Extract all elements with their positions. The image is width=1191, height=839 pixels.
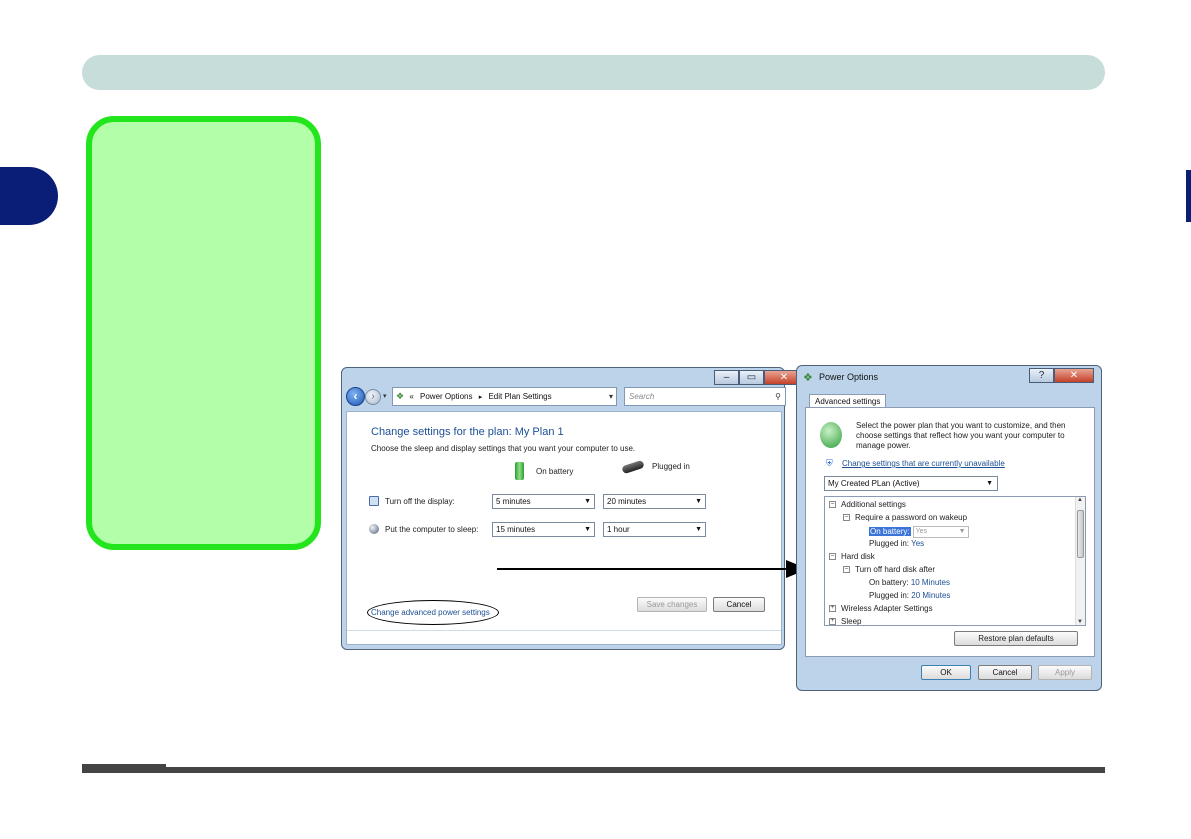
back-arrow-icon[interactable]: ‹ — [346, 387, 365, 406]
chevron-down-icon: ▼ — [584, 526, 591, 533]
forward-arrow-icon[interactable]: › — [365, 389, 381, 405]
scroll-down-icon[interactable]: ▼ — [1077, 619, 1083, 625]
plug-icon — [621, 459, 645, 474]
settings-tree[interactable]: – Additional settings – Require a password… — [824, 496, 1086, 626]
password-battery-select[interactable]: Yes ▼ — [912, 526, 969, 538]
sleep-plugged-select[interactable]: 1 hour ▼ — [603, 522, 706, 537]
scroll-up-icon[interactable]: ▲ — [1077, 497, 1083, 503]
breadcrumb-edit-plan-settings[interactable]: Edit Plan Settings — [488, 392, 551, 401]
tree-item-hard-disk[interactable]: – Hard disk — [829, 552, 875, 561]
collapse-icon[interactable]: – — [843, 566, 850, 574]
page-description: Choose the sleep and display settings th… — [371, 444, 636, 453]
advanced-description: Select the power plan that you want to c… — [856, 421, 1066, 450]
battery-icon — [515, 462, 524, 480]
tree-item-wireless-adapter[interactable]: + Wireless Adapter Settings — [829, 604, 933, 613]
recent-pages-dropdown[interactable]: ▾ — [383, 392, 387, 400]
chevron-down-icon: ▼ — [958, 528, 966, 535]
tree-scrollbar[interactable]: ▲ ▼ — [1075, 497, 1085, 625]
tree-item-hd-plugged-in[interactable]: Plugged in: 20 Minutes — [869, 591, 950, 600]
monitor-icon — [369, 496, 379, 506]
edit-plan-settings-window: – ▭ ✕ ‹ › ▾ ❖ « Power Options ▸ Edit Pla… — [341, 367, 804, 650]
expand-icon[interactable]: + — [829, 605, 836, 613]
search-input[interactable]: Search ⚲ — [624, 387, 786, 406]
help-button[interactable]: ? — [1029, 368, 1054, 383]
dialog-controls: ? ✕ — [1029, 368, 1094, 383]
callout-arrow-line — [497, 568, 787, 570]
minimize-button[interactable]: – — [714, 370, 739, 385]
chevron-down-icon: ▼ — [986, 480, 993, 487]
save-changes-button[interactable]: Save changes — [637, 597, 707, 612]
tree-item-additional-settings[interactable]: – Additional settings — [829, 500, 906, 509]
ok-button[interactable]: OK — [921, 665, 971, 680]
collapse-icon[interactable]: – — [829, 501, 836, 509]
cancel-button[interactable]: Cancel — [978, 665, 1032, 680]
shield-icon: ⛨ — [826, 458, 833, 468]
footer-rule — [82, 764, 1105, 773]
tree-item-sleep[interactable]: + Sleep — [829, 617, 861, 625]
restore-plan-defaults-button[interactable]: Restore plan defaults — [954, 631, 1078, 646]
sleep-battery-select[interactable]: 15 minutes ▼ — [492, 522, 595, 537]
setting-row-display: Turn off the display: — [369, 496, 455, 506]
change-unavailable-settings-link[interactable]: Change settings that are currently unava… — [842, 459, 1005, 468]
tree-item-turn-off-hard-disk[interactable]: – Turn off hard disk after — [843, 565, 935, 574]
expand-icon[interactable]: + — [829, 618, 836, 625]
power-plan-select[interactable]: My Created PLan (Active) ▼ — [824, 476, 998, 491]
window-controls: – ▭ ✕ — [714, 370, 804, 385]
cancel-button[interactable]: Cancel — [713, 597, 765, 612]
chevron-down-icon: ▼ — [695, 498, 702, 505]
address-bar[interactable]: ❖ « Power Options ▸ Edit Plan Settings ▾ — [392, 387, 617, 406]
scroll-thumb[interactable] — [1077, 510, 1084, 558]
chapter-tab-marker — [0, 167, 58, 225]
collapse-icon[interactable]: – — [843, 514, 850, 522]
tab-advanced-settings[interactable]: Advanced settings — [809, 394, 887, 408]
footer-divider — [347, 630, 781, 631]
page-header-bar — [82, 55, 1105, 90]
power-options-icon: ❖ — [803, 372, 813, 384]
setting-row-sleep: Put the computer to sleep: — [369, 524, 478, 534]
plugged-in-header: Plugged in — [621, 459, 690, 474]
search-placeholder: Search — [629, 392, 655, 401]
right-edge-marker — [1186, 170, 1191, 222]
display-battery-select[interactable]: 5 minutes ▼ — [492, 494, 595, 509]
address-dropdown-icon[interactable]: ▾ — [609, 388, 613, 405]
chevron-down-icon: ▼ — [584, 498, 591, 505]
control-panel-icon: ❖ — [396, 391, 405, 401]
tree-item-require-password[interactable]: – Require a password on wakeup — [843, 513, 967, 522]
address-prefix: « — [409, 392, 414, 401]
sidebar-note-box — [86, 116, 321, 550]
navigation-bar: ‹ › ▾ ❖ « Power Options ▸ Edit Plan Sett… — [346, 386, 786, 408]
dialog-title: Power Options — [819, 372, 879, 382]
on-battery-header: On battery — [515, 462, 573, 480]
chevron-down-icon: ▼ — [695, 526, 702, 533]
advanced-settings-pane: Select the power plan that you want to c… — [805, 407, 1095, 657]
moon-icon — [369, 524, 379, 534]
tree-item-on-battery[interactable]: On battery: Yes ▼ — [869, 526, 969, 538]
plan-settings-content: Change settings for the plan: My Plan 1 … — [346, 411, 782, 645]
tree-item-plugged-in[interactable]: Plugged in: Yes — [869, 539, 924, 548]
close-button[interactable]: ✕ — [1054, 368, 1094, 383]
search-icon[interactable]: ⚲ — [775, 388, 781, 405]
callout-ellipse — [367, 600, 499, 625]
maximize-button[interactable]: ▭ — [739, 370, 764, 385]
collapse-icon[interactable]: – — [829, 553, 836, 561]
display-plugged-select[interactable]: 20 minutes ▼ — [603, 494, 706, 509]
tree-item-hd-on-battery[interactable]: On battery: 10 Minutes — [869, 578, 950, 587]
power-options-dialog: ❖ Power Options ? ✕ Advanced settings Se… — [796, 365, 1102, 691]
breadcrumb-power-options[interactable]: Power Options — [420, 392, 472, 401]
apply-button[interactable]: Apply — [1038, 665, 1092, 680]
power-plan-icon — [820, 422, 842, 448]
breadcrumb-separator-icon: ▸ — [478, 394, 483, 401]
page-title: Change settings for the plan: My Plan 1 — [371, 426, 564, 438]
